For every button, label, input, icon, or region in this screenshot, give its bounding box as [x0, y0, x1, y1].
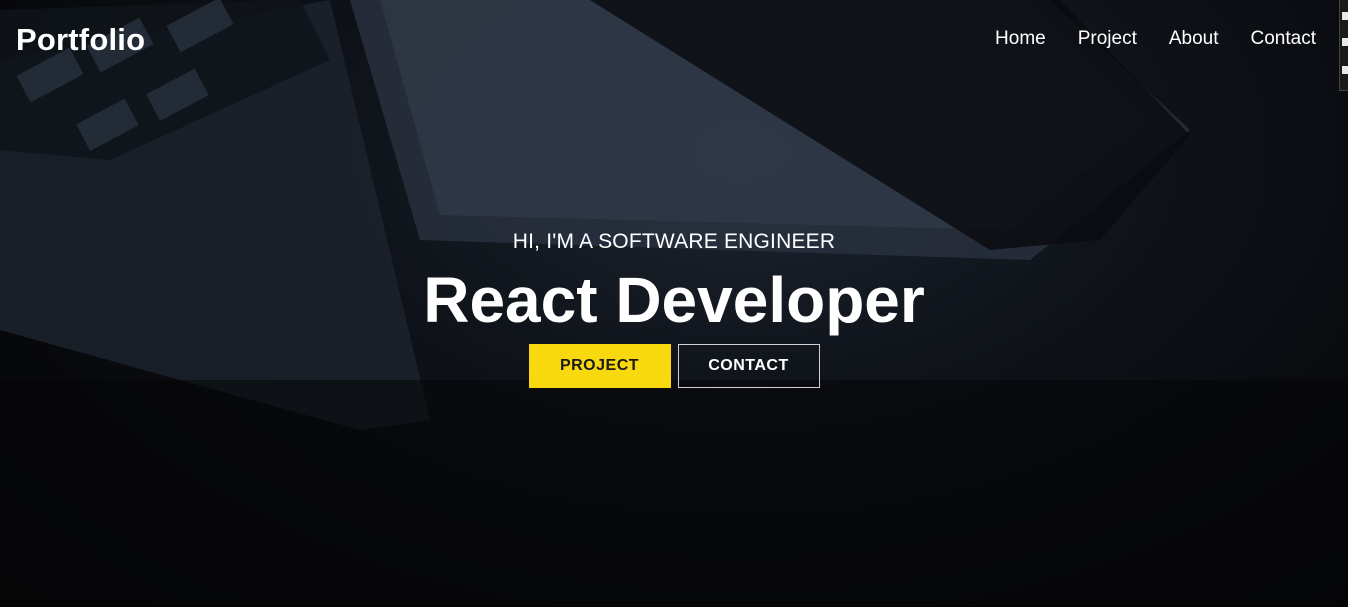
contact-button[interactable]: CONTACT: [677, 344, 820, 388]
nav-links: Home Project About Contact: [995, 28, 1316, 50]
nav-link-about[interactable]: About: [1169, 28, 1219, 50]
nav-link-contact[interactable]: Contact: [1251, 28, 1316, 50]
side-toolbar-widget[interactable]: [1339, 0, 1348, 91]
navbar: Portfolio Home Project About Contact: [0, 0, 1348, 80]
hero-headline: React Developer: [423, 264, 925, 336]
toolbar-copy-icon: [1342, 38, 1348, 46]
hero-content: HI, I'M A SOFTWARE ENGINEER React Develo…: [0, 230, 1348, 388]
hero-section: Portfolio Home Project About Contact HI,…: [0, 0, 1348, 607]
hero-subtitle: HI, I'M A SOFTWARE ENGINEER: [512, 230, 836, 253]
toolbar-settings-icon: [1342, 66, 1348, 74]
nav-link-project[interactable]: Project: [1078, 28, 1137, 50]
brand-logo[interactable]: Portfolio: [16, 22, 145, 58]
hero-buttons: PROJECT CONTACT: [0, 344, 1348, 388]
nav-link-home[interactable]: Home: [995, 28, 1046, 50]
toolbar-square-icon: [1342, 12, 1348, 20]
project-button[interactable]: PROJECT: [528, 344, 671, 388]
